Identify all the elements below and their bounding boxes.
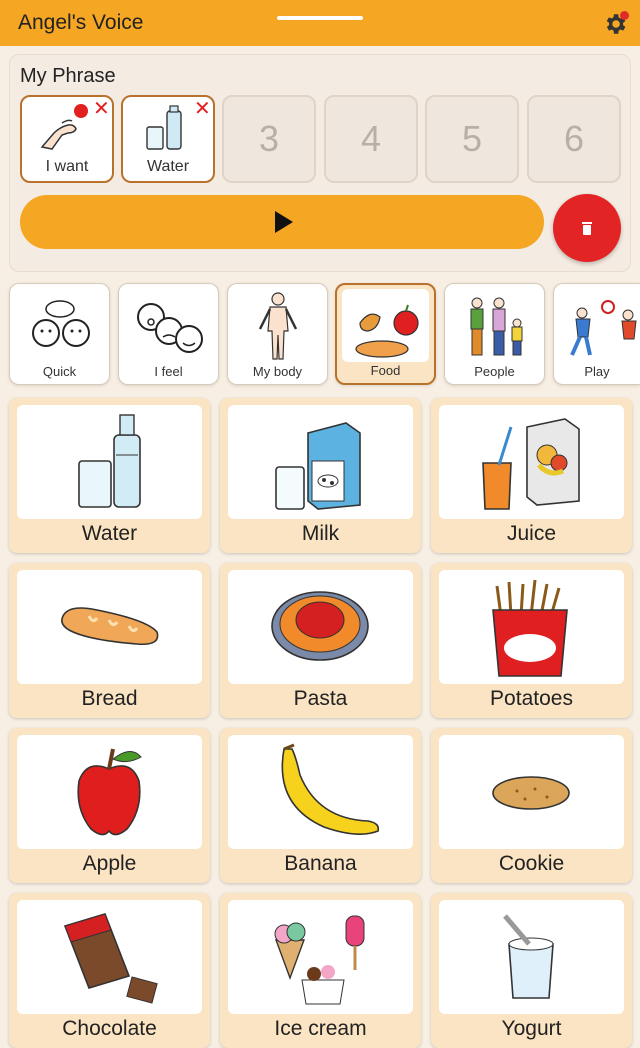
juice-icon bbox=[482, 418, 580, 510]
yogurt-icon bbox=[503, 914, 554, 999]
ice-cream-icon bbox=[274, 915, 365, 1005]
slot-number: 5 bbox=[461, 118, 483, 159]
children-playing-icon bbox=[570, 300, 637, 356]
tile-juice[interactable]: Juice bbox=[431, 398, 632, 553]
category-label: Food bbox=[370, 363, 401, 378]
tile-label: Ice cream bbox=[274, 1017, 367, 1040]
tile-bread[interactable]: Bread bbox=[9, 563, 210, 718]
tile-cookie[interactable]: Cookie bbox=[431, 728, 632, 883]
remove-icon[interactable]: ✕ bbox=[93, 97, 110, 121]
chocolate-icon bbox=[63, 913, 158, 1004]
app-title: Angel's Voice bbox=[18, 11, 144, 34]
cookie-icon bbox=[492, 776, 570, 810]
body-icon bbox=[258, 292, 298, 360]
delete-phrase-button[interactable] bbox=[553, 194, 621, 262]
tile-yogurt[interactable]: Yogurt bbox=[431, 893, 632, 1048]
category-food[interactable]: Food bbox=[335, 283, 436, 385]
tile-potatoes[interactable]: Potatoes bbox=[431, 563, 632, 718]
category-label: I feel bbox=[154, 364, 183, 379]
tile-milk[interactable]: Milk bbox=[220, 398, 421, 553]
category-label: Quick bbox=[42, 364, 77, 379]
play-icon bbox=[275, 211, 293, 233]
family-icon bbox=[470, 297, 523, 356]
faces-icon bbox=[137, 303, 203, 353]
slot-number: 3 bbox=[258, 118, 280, 159]
slot-number: 6 bbox=[563, 118, 585, 159]
phrase-title: My Phrase bbox=[20, 65, 116, 87]
category-people[interactable]: People bbox=[444, 283, 545, 385]
food-icon bbox=[355, 304, 419, 358]
phrase-panel: My Phrase ✕ I want ✕ Water 3 4 5 6 bbox=[9, 54, 631, 272]
drag-handle[interactable] bbox=[277, 16, 363, 20]
tile-chocolate[interactable]: Chocolate bbox=[9, 893, 210, 1048]
tile-label: Chocolate bbox=[62, 1017, 157, 1040]
speech-bubbles-icon bbox=[32, 300, 90, 347]
category-label: Play bbox=[584, 364, 610, 379]
phrase-slot-4[interactable]: 4 bbox=[324, 95, 418, 183]
phrase-slot-2[interactable]: ✕ Water bbox=[121, 95, 215, 183]
slot-number: 4 bbox=[360, 118, 382, 159]
banana-icon bbox=[281, 743, 380, 835]
tile-water[interactable]: Water bbox=[9, 398, 210, 553]
fries-icon bbox=[492, 579, 568, 677]
milk-icon bbox=[275, 422, 361, 510]
trash-icon bbox=[582, 222, 592, 235]
tile-label: Milk bbox=[301, 522, 340, 545]
tile-banana[interactable]: Banana bbox=[220, 728, 421, 883]
tile-label: Cookie bbox=[498, 852, 565, 875]
phrase-slot-label: Water bbox=[146, 158, 190, 175]
tile-label: Banana bbox=[284, 852, 357, 875]
category-play[interactable]: Play bbox=[553, 283, 640, 385]
notification-dot bbox=[620, 11, 629, 20]
category-i-feel[interactable]: I feel bbox=[118, 283, 219, 385]
bread-icon bbox=[61, 607, 159, 646]
phrase-slot-1[interactable]: ✕ I want bbox=[20, 95, 114, 183]
tile-label: Yogurt bbox=[501, 1017, 562, 1040]
tile-label: Pasta bbox=[293, 687, 348, 710]
phrase-slot-5[interactable]: 5 bbox=[425, 95, 519, 183]
tile-label: Potatoes bbox=[490, 687, 573, 710]
tile-label: Bread bbox=[81, 687, 138, 710]
play-button[interactable] bbox=[20, 195, 544, 249]
category-label: People bbox=[474, 364, 515, 379]
remove-icon[interactable]: ✕ bbox=[194, 97, 211, 121]
phrase-slot-6[interactable]: 6 bbox=[527, 95, 621, 183]
tile-apple[interactable]: Apple bbox=[9, 728, 210, 883]
apple-icon bbox=[77, 748, 142, 836]
tile-ice-cream[interactable]: Ice cream bbox=[220, 893, 421, 1048]
water-icon bbox=[78, 414, 141, 508]
water-icon bbox=[146, 105, 182, 150]
pasta-icon bbox=[271, 591, 369, 661]
tile-label: Apple bbox=[82, 852, 137, 875]
phrase-slot-3[interactable]: 3 bbox=[222, 95, 316, 183]
recording-dot bbox=[74, 104, 88, 118]
category-label: My body bbox=[252, 364, 303, 379]
tile-label: Juice bbox=[506, 522, 557, 545]
phrase-slot-label: I want bbox=[45, 158, 89, 175]
category-my-body[interactable]: My body bbox=[227, 283, 328, 385]
tile-label: Water bbox=[81, 522, 138, 545]
tile-pasta[interactable]: Pasta bbox=[220, 563, 421, 718]
category-quick[interactable]: Quick bbox=[9, 283, 110, 385]
app-bar: Angel's Voice bbox=[0, 0, 640, 46]
